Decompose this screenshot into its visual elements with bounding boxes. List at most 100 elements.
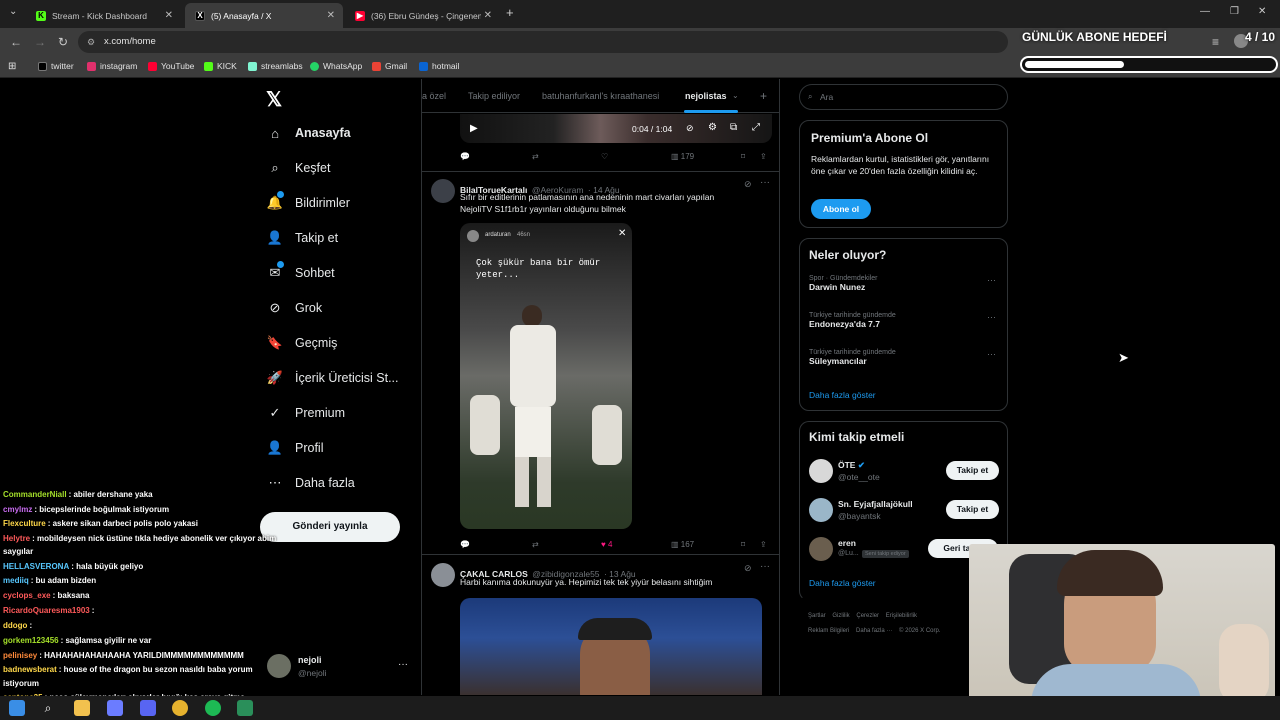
play-icon[interactable]: ▶ xyxy=(470,123,478,134)
new-tab-icon[interactable]: + xyxy=(506,5,514,20)
footer-link[interactable]: Reklam Bilgileri xyxy=(808,628,849,634)
bookmark-icon[interactable]: ⌑ xyxy=(741,540,745,549)
mute-icon[interactable]: ⊘ xyxy=(686,123,694,134)
search-icon[interactable]: ⌕ xyxy=(40,700,56,716)
footer-link[interactable]: Erişilebilirlik xyxy=(886,613,917,619)
avatar[interactable] xyxy=(809,459,833,483)
more-dots-icon[interactable]: ··· xyxy=(987,312,996,322)
windows-start-icon[interactable] xyxy=(9,700,25,716)
nav-item-premium[interactable]: ✓ Premium xyxy=(267,401,345,425)
forward-icon[interactable]: → xyxy=(34,35,46,49)
reply-icon[interactable]: 💬 xyxy=(460,152,470,161)
fullscreen-icon[interactable]: ⤢ xyxy=(752,122,760,133)
tweet-image[interactable] xyxy=(460,598,762,695)
bookmark-whatsapp[interactable]: WhatsApp xyxy=(310,61,362,71)
account-avatar[interactable] xyxy=(267,654,291,678)
more-dots-icon[interactable]: ··· xyxy=(760,561,770,572)
share-icon[interactable]: ⇪ xyxy=(760,152,767,161)
chat-username[interactable]: ddogo xyxy=(3,621,27,630)
tab-nejolistas[interactable]: nejolistas xyxy=(685,91,727,101)
tweet[interactable]: ÇAKAL CARLOS @zibidigonzale55 · 13 Ağu ⊘… xyxy=(422,556,779,695)
tweet-video[interactable]: ▶ 0:04 / 1:04 ⊘ ⚙ ⧉ ⤢ 💬 ⇄ ♡ ▥ 179 ⌑ ⇪ xyxy=(422,114,779,172)
reload-icon[interactable]: ↻ xyxy=(58,35,68,49)
apps-grid-icon[interactable]: ⊞ xyxy=(8,61,16,72)
show-more-trends-link[interactable]: Daha fazla göster xyxy=(809,390,876,400)
site-info-icon[interactable]: ⚙ xyxy=(87,31,95,53)
spotify-icon[interactable] xyxy=(205,700,221,716)
nav-item-search[interactable]: ⌕ Keşfet xyxy=(267,156,330,180)
trend-item[interactable]: Türkiye tarihinde gündemde Endonezya'da … xyxy=(809,312,999,329)
menu-icon[interactable]: ≡ xyxy=(1212,35,1219,49)
nav-item-bell[interactable]: 🔔 Bildirimler xyxy=(267,191,350,215)
bookmark-twitter[interactable]: twitter xyxy=(38,61,74,71)
chat-username[interactable]: cyclops_exe xyxy=(3,591,51,600)
views-icon[interactable]: ▥ 179 xyxy=(671,152,694,161)
close-icon[interactable]: ✕ xyxy=(327,10,335,21)
nav-item-grok[interactable]: ⊘ Grok xyxy=(267,296,323,320)
grok-icon[interactable]: ⊘ xyxy=(744,563,752,574)
trend-item[interactable]: Türkiye tarihinde gündemde Süleymancılar… xyxy=(809,349,999,366)
tab-youtube[interactable]: ▶ (36) Ebru Gündeş - Çingenem ( ✕ xyxy=(345,3,500,28)
maximize-icon[interactable]: ❐ xyxy=(1230,6,1239,17)
chat-username[interactable]: pelinisey xyxy=(3,651,37,660)
footer-link[interactable]: Gizlilik xyxy=(832,613,849,619)
footer-link[interactable]: Şartlar xyxy=(808,613,826,619)
chrome-icon[interactable] xyxy=(172,700,188,716)
chat-username[interactable]: Helytre xyxy=(3,534,30,543)
tweet-image[interactable]: ardaturan 46sn ✕ Çok şükür bana bir ömür… xyxy=(460,223,632,529)
follow-button[interactable]: Takip et xyxy=(946,500,999,519)
bookmark-instagram[interactable]: instagram xyxy=(87,61,137,71)
settings-icon[interactable]: ⚙ xyxy=(708,122,717,133)
more-dots-icon[interactable]: ··· xyxy=(398,659,408,670)
app-icon[interactable] xyxy=(107,700,123,716)
x-logo-icon[interactable]: 𝕏 xyxy=(266,87,282,112)
tab-search-chevron-icon[interactable]: ⌄ xyxy=(9,6,17,17)
avatar[interactable] xyxy=(431,179,455,203)
bookmark-gmail[interactable]: Gmail xyxy=(372,61,407,71)
follow-button[interactable]: Takip et xyxy=(946,461,999,480)
minimize-icon[interactable]: — xyxy=(1200,6,1210,17)
avatar[interactable] xyxy=(431,563,455,587)
chevron-down-icon[interactable]: ⌄ xyxy=(732,91,739,100)
close-icon[interactable]: ✕ xyxy=(480,10,492,21)
retweet-icon[interactable]: ⇄ xyxy=(532,540,539,549)
chat-username[interactable]: CommanderNiall xyxy=(3,490,67,499)
chat-username[interactable]: HELLASVERONA xyxy=(3,562,69,571)
bookmark-kick[interactable]: KICK xyxy=(204,61,237,71)
chat-username[interactable]: gorkem123456 xyxy=(3,636,59,645)
nav-item-home[interactable]: ⌂ Anasayfa xyxy=(267,121,351,145)
app-icon[interactable] xyxy=(237,700,253,716)
footer-link[interactable]: Çerezler xyxy=(856,613,879,619)
back-icon[interactable]: ← xyxy=(10,35,22,49)
search-input[interactable]: ⌕ Ara xyxy=(799,84,1008,110)
pip-icon[interactable]: ⧉ xyxy=(730,122,737,133)
url-input[interactable]: ⚙ x.com/home xyxy=(78,31,1008,53)
share-icon[interactable]: ⇪ xyxy=(760,540,767,549)
follow-name[interactable]: Sn. Eyjafjallajökull xyxy=(838,499,913,509)
more-dots-icon[interactable]: ··· xyxy=(987,275,996,285)
follow-name[interactable]: ÖTE ✔ xyxy=(838,460,865,471)
nav-item-bookmark[interactable]: 🔖 Geçmiş xyxy=(267,331,337,355)
nav-item-follow[interactable]: 👤 Takip et xyxy=(267,226,338,250)
bookmark-streamlabs[interactable]: streamlabs xyxy=(248,61,303,71)
add-list-icon[interactable]: + xyxy=(760,89,767,103)
trend-item[interactable]: Spor · Gündemdekiler Darwin Nunez ··· xyxy=(809,275,999,292)
subscribe-button[interactable]: Abone ol xyxy=(811,199,871,219)
bookmark-hotmail[interactable]: hotmail xyxy=(419,61,459,71)
bookmark-icon[interactable]: ⌑ xyxy=(741,152,745,161)
more-dots-icon[interactable]: ··· xyxy=(987,349,996,359)
tab-ozel[interactable]: a özel xyxy=(422,91,446,101)
like-icon[interactable]: ♡ xyxy=(601,152,608,161)
video-player[interactable]: ▶ 0:04 / 1:04 ⊘ ⚙ ⧉ ⤢ xyxy=(460,114,772,143)
nav-item-profile[interactable]: 👤 Profil xyxy=(267,436,324,460)
like-icon[interactable]: ♥ 4 xyxy=(601,540,612,549)
more-dots-icon[interactable]: ··· xyxy=(760,177,770,188)
tab-x-home[interactable]: X (5) Anasayfa / X ✕ xyxy=(185,3,343,28)
tab-following[interactable]: Takip ediliyor xyxy=(468,91,520,101)
follow-name[interactable]: eren xyxy=(838,538,856,548)
chat-username[interactable]: mediiq xyxy=(3,576,29,585)
window-close-icon[interactable]: ✕ xyxy=(1258,6,1266,17)
tab-kick-dashboard[interactable]: K Stream - Kick Dashboard ✕ xyxy=(26,3,181,28)
show-more-follow-link[interactable]: Daha fazla göster xyxy=(809,578,876,588)
bookmark-youtube[interactable]: YouTube xyxy=(148,61,194,71)
